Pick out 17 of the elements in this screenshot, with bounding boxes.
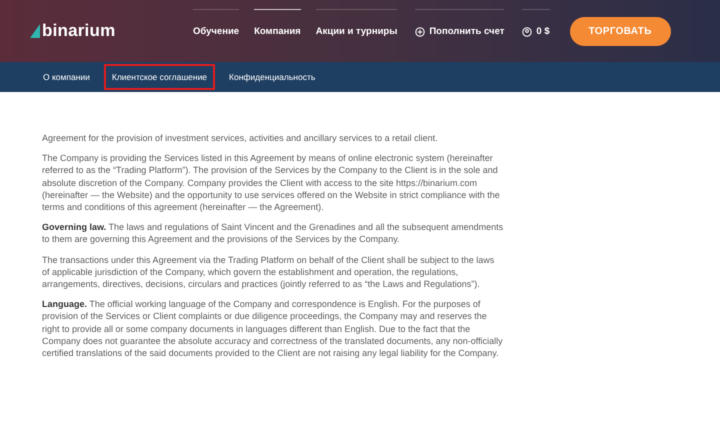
paragraph: Language. The official working language of the Company and correspondence is English. For the purposes of provision of the Services or Client complaints or due diligence proceedings, the Company may and reserves the right to provide all or some company documents in languages different than English. Due to the fact that the Company does not guarantee the absolute accuracy and correctness of the translated documents, any non-officially certified translations of the said documents provided to the Client are not raising any legal liability for the Company. [42,298,504,360]
nav-link[interactable]: Компания [254,9,301,53]
nav-link[interactable]: Акции и турниры [316,9,398,53]
subnav-link[interactable]: О компании [35,64,98,90]
plus-circle-icon [415,26,426,36]
user-icon [522,26,532,36]
subnav-link[interactable]: Клиентское соглашение [104,64,216,90]
nav-link[interactable]: Обучение [193,9,240,53]
logo-icon [30,24,40,38]
balance-link[interactable]: 0 $ [522,9,550,53]
logo-text[interactable]: binarium [42,21,116,41]
paragraph: The transactions under this Agreement via the Trading Platform on behalf of the Client shall be subject to the laws of applicable jurisdiction of the Company, which govern the establishment and operation, the regulations, arrangements, directives, decisions, circulars and practices (jointly referred to as “the Laws and Regulations”). [42,254,496,290]
subnav-link[interactable]: Конфиденциальность [221,64,324,90]
deposit-link[interactable]: Пополнить счет [415,9,504,53]
paragraph: Governing law. The laws and regulations of Saint Vincent and the Grenadines and all the subsequent amendments to them are governing this Agreement and the provisions of the Services by the Company. [42,221,504,246]
paragraph: The Company is providing the Services listed in this Agreement by means of online electronic system (hereinafter referred to as the “Trading Platform”). The provision of the Services by the Company to the Client is in the sole and absolute discretion of the Company. Company provides the Client with access to the site https://binarium.com (hereinafter — the Website) and the opportunity to use services offered on the Website in strict compliance with the terms and conditions of this agreement (hereinafter — the Agreement). [42,152,501,214]
paragraph: Agreement for the provision of investment services, activities and ancillary services to a retail client. [42,132,439,144]
